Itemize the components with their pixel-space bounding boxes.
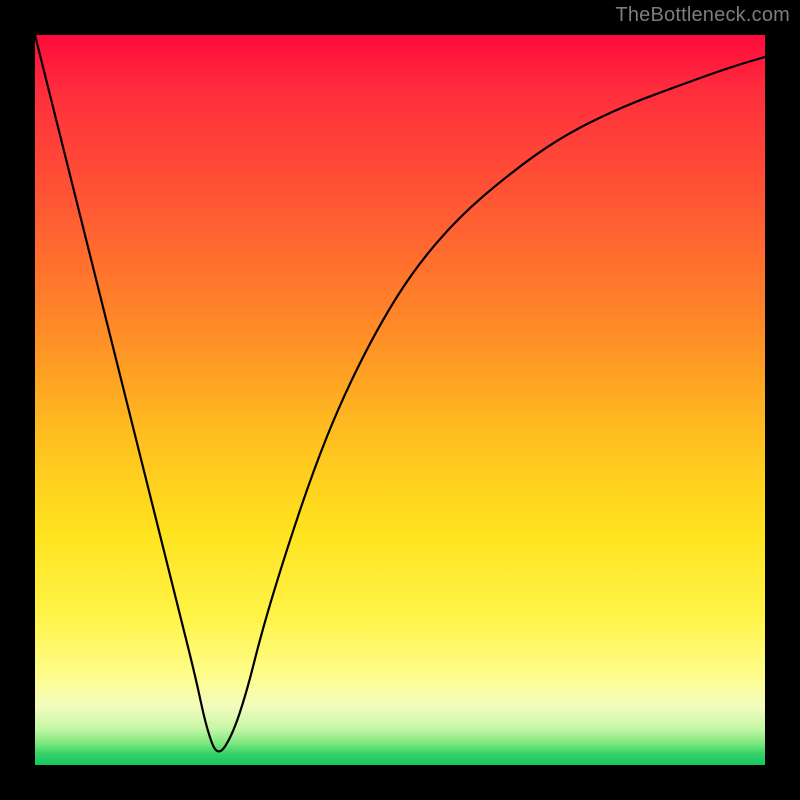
plot-area <box>35 35 765 765</box>
curve-line <box>35 35 765 751</box>
watermark-text: TheBottleneck.com <box>615 4 790 27</box>
curve-svg <box>35 35 765 765</box>
chart-frame: TheBottleneck.com <box>0 0 800 800</box>
